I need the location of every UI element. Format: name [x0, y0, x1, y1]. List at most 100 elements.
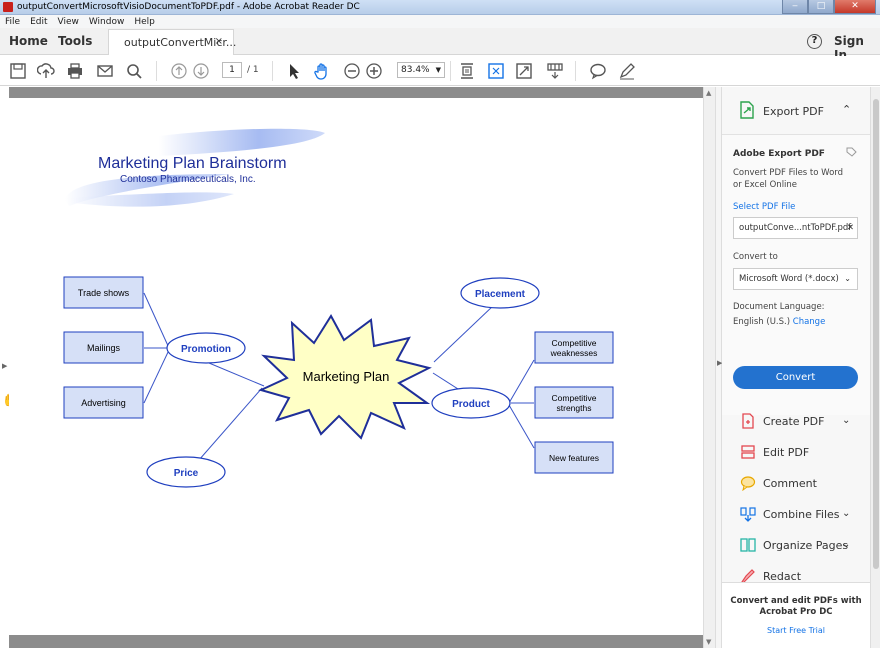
menu-view[interactable]: View	[53, 17, 84, 27]
right-pane-scrollbar[interactable]	[870, 87, 880, 648]
maximize-button[interactable]: □	[808, 0, 834, 14]
tool-combine-files[interactable]: Combine Files ⌄	[722, 500, 870, 530]
node-promotion-label: Promotion	[181, 344, 231, 355]
document-area[interactable]: Marketing Plan Brainstorm Contoso Pharma…	[9, 87, 703, 648]
tool-organize-pages[interactable]: Organize Pages ⌄	[722, 531, 870, 561]
fit-page-icon[interactable]	[458, 62, 476, 80]
edit-pdf-icon	[741, 445, 755, 459]
convert-button[interactable]: Convert	[733, 366, 858, 389]
format-dropdown[interactable]: Microsoft Word (*.docx) ⌄	[733, 268, 858, 290]
help-icon[interactable]: ?	[807, 34, 822, 49]
comment-icon[interactable]	[589, 62, 607, 80]
pdf-page: Marketing Plan Brainstorm Contoso Pharma…	[9, 98, 703, 635]
document-language: Document Language: English (U.S.) Change	[733, 300, 858, 330]
chevron-down-icon: ⌄	[844, 274, 851, 283]
window-title: outputConvertMicrosoftVisioDocumentToPDF…	[17, 2, 360, 12]
selected-file-name: outputConve...ntToPDF.pdf	[739, 223, 852, 233]
export-pdf-icon	[740, 101, 754, 119]
node-advertising-label: Advertising	[81, 398, 126, 408]
menu-edit[interactable]: Edit	[25, 17, 52, 27]
menu-bar: File Edit View Window Help	[0, 15, 880, 28]
zoom-level-value: 83.4%	[401, 65, 430, 75]
zoom-in-icon[interactable]	[365, 62, 383, 80]
print-icon[interactable]	[66, 62, 84, 80]
document-scrollbar[interactable]: ▲ ▼	[703, 87, 715, 648]
node-product-label: Product	[452, 399, 490, 410]
chevron-down-icon[interactable]: ⌄	[842, 415, 850, 426]
scroll-up-icon[interactable]: ▲	[706, 89, 711, 97]
acrobat-pro-promo: Convert and edit PDFs with Acrobat Pro D…	[722, 582, 870, 648]
create-pdf-icon	[742, 413, 754, 429]
scroll-mode-icon[interactable]	[546, 62, 564, 80]
node-competitive-strengths-label-1: Competitive	[552, 393, 597, 403]
next-page-icon[interactable]	[192, 62, 210, 80]
prev-page-icon[interactable]	[170, 62, 188, 80]
search-icon[interactable]	[125, 62, 143, 80]
tool-edit-pdf-label: Edit PDF	[763, 446, 810, 459]
tool-create-pdf[interactable]: Create PDF ⌄	[722, 407, 870, 437]
close-window-button[interactable]: ✕	[834, 0, 876, 14]
hand-icon[interactable]	[313, 62, 331, 80]
start-free-trial-link[interactable]: Start Free Trial	[722, 626, 870, 635]
diagram-title: Marketing Plan Brainstorm	[98, 155, 287, 172]
diagram-subtitle: Contoso Pharmaceuticals, Inc.	[120, 174, 256, 185]
right-pane: Export PDF ⌃ Adobe Export PDF Convert PD…	[722, 87, 870, 648]
tab-tools[interactable]: Tools	[58, 34, 92, 48]
fullscreen-icon[interactable]	[515, 62, 533, 80]
selected-file-field[interactable]: outputConve...ntToPDF.pdf ✕	[733, 217, 858, 239]
select-pdf-file-link[interactable]: Select PDF File	[733, 202, 795, 212]
upload-icon[interactable]	[37, 62, 55, 80]
tool-comment[interactable]: Comment	[722, 469, 870, 499]
tab-close-icon[interactable]: ×	[215, 36, 223, 47]
title-swoosh-top	[159, 128, 325, 156]
organize-pages-icon	[740, 538, 756, 552]
tab-bar: Home Tools outputConvertMicr... × ? Sign…	[0, 28, 880, 62]
tab-document[interactable]: outputConvertMicr... ×	[108, 29, 236, 55]
select-icon[interactable]	[285, 62, 303, 80]
chevron-down-icon[interactable]: ⌄	[842, 508, 850, 519]
tool-organize-pages-label: Organize Pages	[763, 539, 849, 552]
adobe-export-title: Adobe Export PDF	[733, 149, 825, 159]
adobe-export-description: Convert PDF Files to Word or Excel Onlin…	[733, 168, 844, 190]
format-value: Microsoft Word (*.docx)	[739, 274, 839, 284]
tool-create-pdf-label: Create PDF	[763, 415, 825, 428]
combine-files-icon	[740, 507, 756, 522]
menu-file[interactable]: File	[0, 17, 25, 27]
promo-text: Convert and edit PDFs with Acrobat Pro D…	[730, 596, 862, 617]
node-mailings-label: Mailings	[87, 343, 121, 353]
node-marketing-plan-label: Marketing Plan	[303, 369, 390, 384]
tool-edit-pdf[interactable]: Edit PDF	[722, 438, 870, 468]
right-pane-toggle[interactable]: ▶	[715, 87, 722, 648]
node-price-label: Price	[174, 468, 199, 479]
menu-window[interactable]: Window	[84, 17, 130, 27]
clear-file-icon[interactable]: ✕	[847, 218, 854, 238]
save-icon[interactable]	[9, 62, 27, 80]
page-number-input[interactable]: 1	[222, 62, 242, 78]
zoom-out-icon[interactable]	[343, 62, 361, 80]
right-pane-scroll-thumb[interactable]	[873, 99, 879, 569]
acrobat-app-icon	[3, 2, 13, 12]
zoom-level-dropdown[interactable]: 83.4% ▼	[397, 62, 445, 78]
chevron-up-icon[interactable]: ⌃	[842, 103, 851, 116]
scroll-down-icon[interactable]: ▼	[706, 638, 711, 646]
node-competitive-weaknesses-label-1: Competitive	[552, 338, 597, 348]
minimize-button[interactable]: ‒	[782, 0, 808, 14]
change-language-link[interactable]: Change	[793, 317, 826, 327]
menu-help[interactable]: Help	[129, 17, 160, 27]
diagram-canvas: Marketing Plan Brainstorm Contoso Pharma…	[63, 128, 614, 488]
chevron-down-icon[interactable]: ⌄	[842, 539, 850, 550]
export-pdf-header[interactable]: Export PDF ⌃	[722, 87, 870, 135]
node-trade-shows-label: Trade shows	[78, 288, 130, 298]
sign-icon[interactable]	[618, 62, 636, 80]
export-pdf-panel: Adobe Export PDF Convert PDF Files to Wo…	[722, 135, 870, 415]
marquee-icon[interactable]	[487, 62, 505, 80]
document-language-label: Document Language:	[733, 302, 825, 312]
node-placement-label: Placement	[475, 289, 526, 300]
left-panel-toggle-icon[interactable]: ▶	[2, 362, 7, 370]
tab-home[interactable]: Home	[9, 34, 48, 48]
node-competitive-weaknesses-label-2: weaknesses	[550, 348, 598, 358]
export-pdf-label: Export PDF	[763, 105, 824, 118]
email-icon[interactable]	[96, 62, 114, 80]
page-total: / 1	[247, 65, 259, 75]
node-new-features-label: New features	[549, 453, 599, 463]
